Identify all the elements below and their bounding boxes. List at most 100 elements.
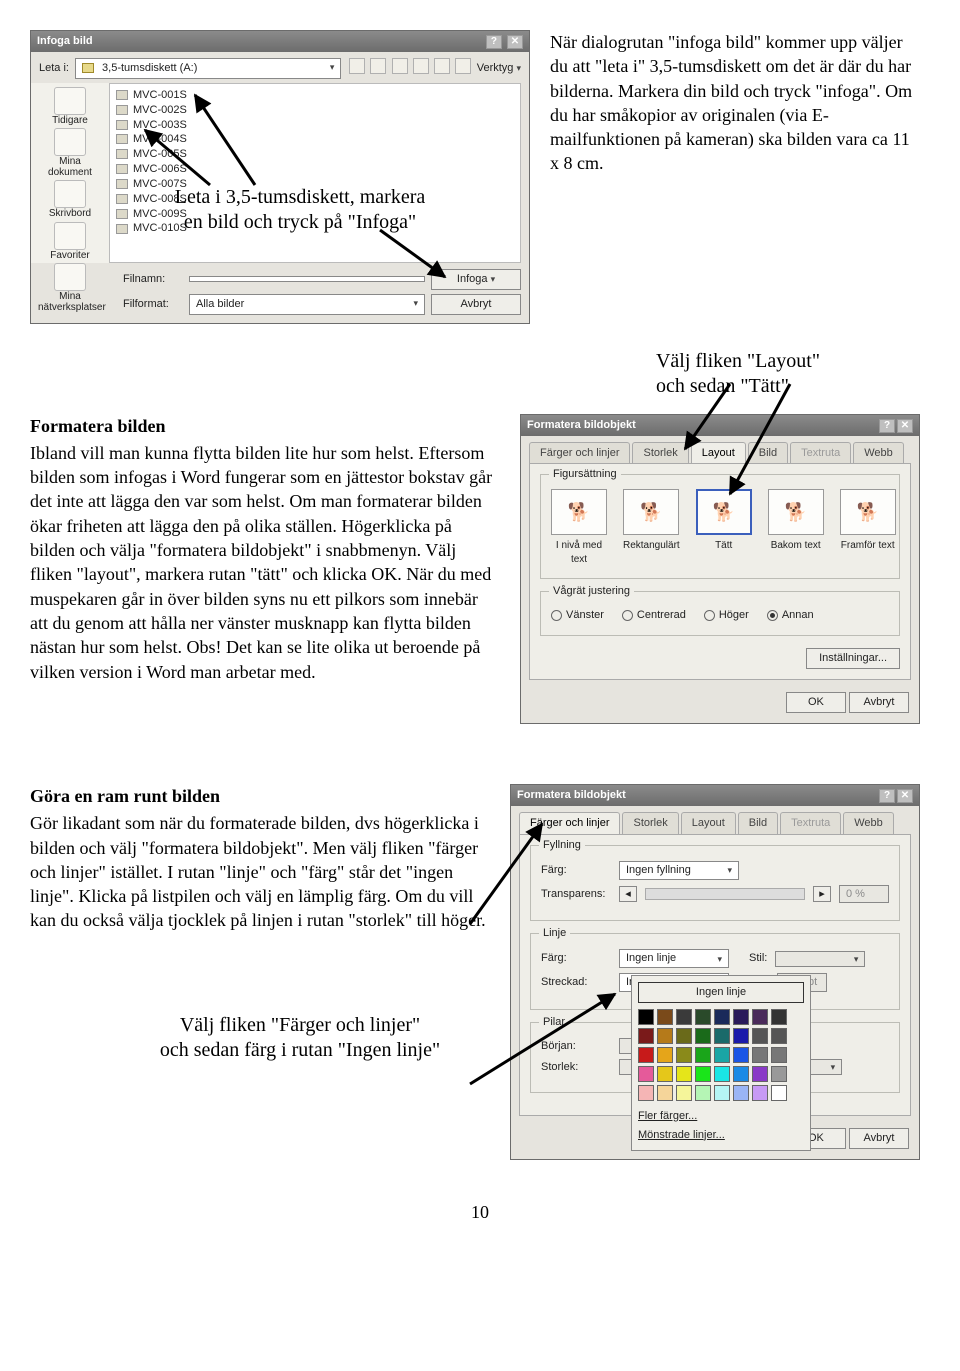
sidebar-item[interactable]: Favoriter bbox=[38, 222, 102, 262]
swatch[interactable] bbox=[676, 1009, 692, 1025]
close-icon[interactable]: ✕ bbox=[507, 35, 523, 49]
ok-button[interactable]: OK bbox=[786, 692, 846, 713]
swatch[interactable] bbox=[714, 1066, 730, 1082]
views-icon[interactable] bbox=[455, 58, 471, 74]
radio-vanster[interactable]: Vänster bbox=[551, 608, 604, 623]
file-list[interactable]: MVC-001S MVC-002S MVC-003S MVC-004S MVC-… bbox=[109, 83, 521, 263]
fill-color-dropdown[interactable]: Ingen fyllning▾ bbox=[619, 861, 739, 880]
swatch[interactable] bbox=[733, 1066, 749, 1082]
close-icon[interactable]: ✕ bbox=[897, 789, 913, 803]
help-icon[interactable]: ? bbox=[879, 789, 895, 803]
verktyg-label[interactable]: Verktyg ▾ bbox=[477, 61, 521, 76]
swatch[interactable] bbox=[771, 1009, 787, 1025]
list-item[interactable]: MVC-001S bbox=[116, 88, 514, 103]
list-item[interactable]: MVC-003S bbox=[116, 118, 514, 133]
swatch[interactable] bbox=[657, 1047, 673, 1063]
swatch[interactable] bbox=[657, 1066, 673, 1082]
swatch[interactable] bbox=[676, 1028, 692, 1044]
swatch[interactable] bbox=[733, 1047, 749, 1063]
swatch[interactable] bbox=[657, 1085, 673, 1101]
swatch[interactable] bbox=[676, 1066, 692, 1082]
infoga-button[interactable]: Infoga ▾ bbox=[431, 269, 521, 290]
list-item[interactable]: MVC-005S bbox=[116, 147, 514, 162]
tab-layout[interactable]: Layout bbox=[691, 442, 746, 464]
back-icon[interactable] bbox=[349, 58, 365, 74]
tab-colors[interactable]: Färger och linjer bbox=[519, 812, 620, 834]
swatch[interactable] bbox=[771, 1066, 787, 1082]
avbryt-button[interactable]: Avbryt bbox=[431, 294, 521, 315]
radio-centrerad[interactable]: Centrerad bbox=[622, 608, 686, 623]
installningar-button[interactable]: Inställningar... bbox=[806, 648, 900, 669]
avbryt-button[interactable]: Avbryt bbox=[849, 1128, 909, 1149]
leta-dropdown[interactable]: 3,5-tumsdiskett (A:) ▾ bbox=[75, 58, 341, 79]
sidebar-item[interactable]: Tidigare bbox=[38, 87, 102, 127]
swatch[interactable] bbox=[714, 1028, 730, 1044]
decrease-icon[interactable]: ◂ bbox=[619, 886, 637, 903]
swatch[interactable] bbox=[733, 1085, 749, 1101]
tab-layout[interactable]: Layout bbox=[681, 812, 736, 834]
new-folder-icon[interactable] bbox=[434, 58, 450, 74]
filformat-dropdown[interactable]: Alla bilder▾ bbox=[189, 294, 425, 315]
wrap-behind[interactable]: 🐕Bakom text bbox=[768, 489, 824, 566]
swatch[interactable] bbox=[771, 1028, 787, 1044]
sidebar-item[interactable]: Skrivbord bbox=[38, 180, 102, 220]
increase-icon[interactable]: ▸ bbox=[813, 886, 831, 903]
help-icon[interactable]: ? bbox=[879, 419, 895, 433]
delete-icon[interactable] bbox=[413, 58, 429, 74]
filnamn-input[interactable] bbox=[189, 276, 425, 282]
swatch[interactable] bbox=[752, 1066, 768, 1082]
radio-annan[interactable]: Annan bbox=[767, 608, 814, 623]
swatch[interactable] bbox=[695, 1047, 711, 1063]
tab-picture[interactable]: Bild bbox=[738, 812, 778, 834]
list-item[interactable]: MVC-004S bbox=[116, 132, 514, 147]
tab-size[interactable]: Storlek bbox=[622, 812, 678, 834]
swatch[interactable] bbox=[676, 1085, 692, 1101]
transparency-slider[interactable] bbox=[645, 888, 805, 900]
list-item[interactable]: MVC-006S bbox=[116, 162, 514, 177]
list-item[interactable]: MVC-002S bbox=[116, 103, 514, 118]
swatch[interactable] bbox=[638, 1028, 654, 1044]
wrap-square[interactable]: 🐕Rektangulärt bbox=[623, 489, 680, 566]
swatch-no-line[interactable]: Ingen linje bbox=[638, 982, 804, 1003]
swatch[interactable] bbox=[752, 1009, 768, 1025]
help-icon[interactable]: ? bbox=[486, 35, 502, 49]
swatch[interactable] bbox=[676, 1047, 692, 1063]
swatch[interactable] bbox=[714, 1085, 730, 1101]
tab-web[interactable]: Webb bbox=[853, 442, 904, 464]
swatch[interactable] bbox=[695, 1066, 711, 1082]
swatch[interactable] bbox=[733, 1028, 749, 1044]
swatch[interactable] bbox=[733, 1009, 749, 1025]
swatch[interactable] bbox=[695, 1028, 711, 1044]
swatch[interactable] bbox=[638, 1009, 654, 1025]
swatch[interactable] bbox=[657, 1028, 673, 1044]
swatch[interactable] bbox=[638, 1066, 654, 1082]
avbryt-button[interactable]: Avbryt bbox=[849, 692, 909, 713]
up-icon[interactable] bbox=[370, 58, 386, 74]
line-color-dropdown[interactable]: Ingen linje▾ bbox=[619, 949, 729, 968]
swatch[interactable] bbox=[638, 1047, 654, 1063]
close-icon[interactable]: ✕ bbox=[897, 419, 913, 433]
swatch[interactable] bbox=[771, 1047, 787, 1063]
swatch[interactable] bbox=[752, 1028, 768, 1044]
wrap-inline[interactable]: 🐕I nivå med text bbox=[551, 489, 607, 566]
tab-picture[interactable]: Bild bbox=[748, 442, 788, 464]
radio-hoger[interactable]: Höger bbox=[704, 608, 749, 623]
tab-colors[interactable]: Färger och linjer bbox=[529, 442, 630, 464]
swatch[interactable] bbox=[695, 1009, 711, 1025]
swatch[interactable] bbox=[657, 1009, 673, 1025]
wrap-tight[interactable]: 🐕Tätt bbox=[696, 489, 752, 566]
more-colors-link[interactable]: Fler färger... bbox=[638, 1107, 804, 1126]
swatch[interactable] bbox=[771, 1085, 787, 1101]
swatch[interactable] bbox=[695, 1085, 711, 1101]
swatch[interactable] bbox=[714, 1009, 730, 1025]
wrap-front[interactable]: 🐕Framför text bbox=[840, 489, 896, 566]
sidebar-item[interactable]: Mina dokument bbox=[38, 128, 102, 178]
search-icon[interactable] bbox=[392, 58, 408, 74]
swatch[interactable] bbox=[752, 1085, 768, 1101]
patterned-lines-link[interactable]: Mönstrade linjer... bbox=[638, 1126, 804, 1145]
tab-web[interactable]: Webb bbox=[843, 812, 894, 834]
swatch[interactable] bbox=[714, 1047, 730, 1063]
sidebar-item[interactable]: Mina nätverksplatser bbox=[38, 263, 102, 313]
swatch[interactable] bbox=[752, 1047, 768, 1063]
tab-size[interactable]: Storlek bbox=[632, 442, 688, 464]
